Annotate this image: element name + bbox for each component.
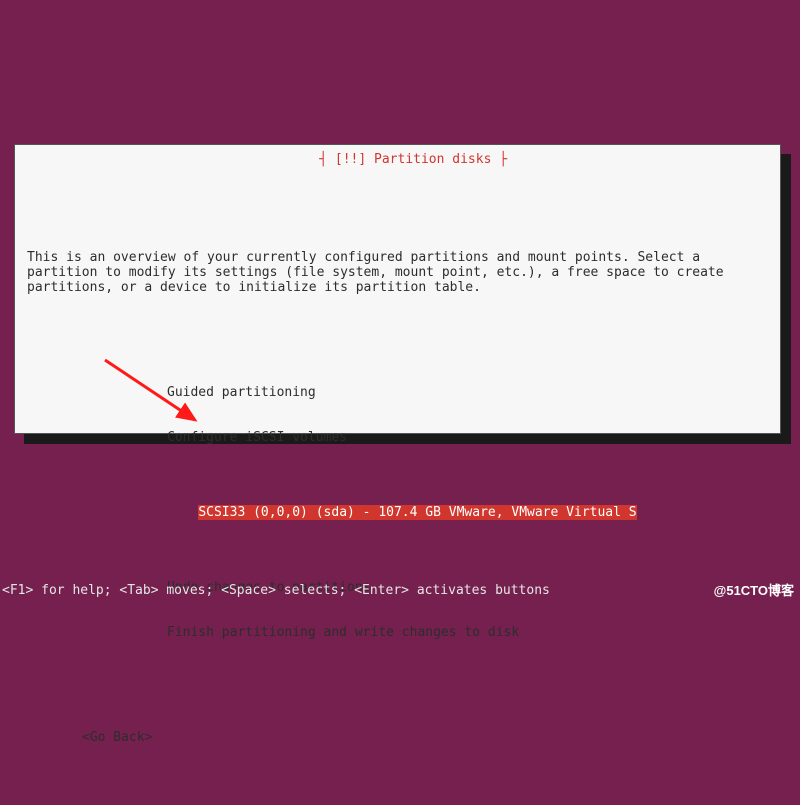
menu-finish-partitioning[interactable]: Finish partitioning and write changes to… bbox=[167, 625, 768, 640]
help-bar: <F1> for help; <Tab> moves; <Space> sele… bbox=[2, 583, 798, 598]
title-bang: [!!] bbox=[335, 152, 366, 167]
watermark: @51CTO博客 bbox=[714, 583, 794, 598]
intro-line: partition to modify its settings (file s… bbox=[27, 265, 768, 280]
menu-spacer bbox=[167, 475, 768, 490]
title-suffix: ├ bbox=[499, 152, 507, 167]
intro-line: This is an overview of your currently co… bbox=[27, 250, 768, 265]
intro-line: partitions, or a device to initialize it… bbox=[27, 280, 768, 295]
menu-spacer bbox=[167, 535, 768, 550]
partition-disks-dialog: ┤ [!!] Partition disks ├ This is an over… bbox=[14, 144, 781, 434]
title-text: Partition disks bbox=[366, 152, 499, 167]
go-back-button[interactable]: <Go Back> bbox=[82, 730, 768, 745]
dialog-title: ┤ [!!] Partition disks ├ bbox=[15, 137, 780, 182]
title-prefix: ┤ bbox=[319, 152, 335, 167]
menu-configure-iscsi[interactable]: Configure iSCSI volumes bbox=[167, 430, 768, 445]
dialog-title-inner: ┤ [!!] Partition disks ├ bbox=[317, 152, 509, 167]
menu-guided-partitioning[interactable]: Guided partitioning bbox=[167, 385, 768, 400]
dialog-intro: This is an overview of your currently co… bbox=[27, 250, 768, 295]
menu-disk-sda[interactable]: SCSI33 (0,0,0) (sda) - 107.4 GB VMware, … bbox=[198, 505, 636, 520]
partition-menu: Guided partitioning Configure iSCSI volu… bbox=[167, 355, 768, 670]
